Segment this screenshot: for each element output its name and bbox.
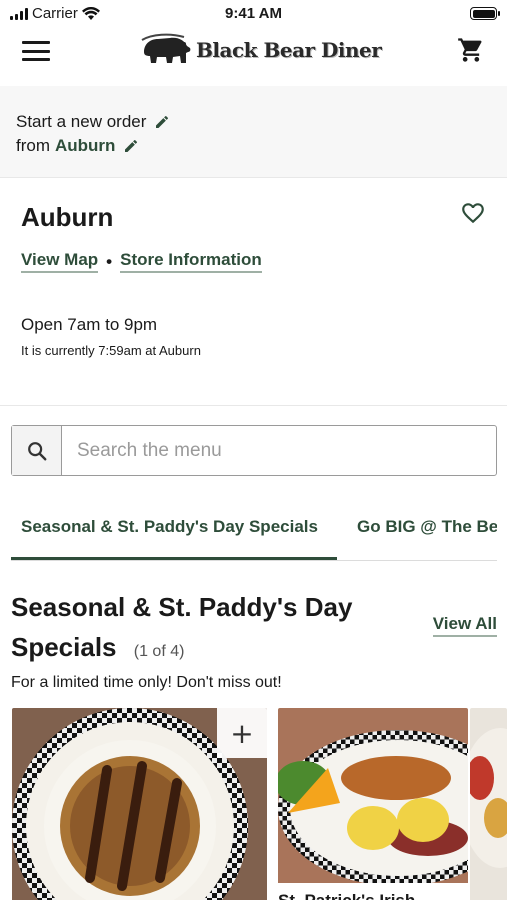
section-title-block: Seasonal & St. Paddy's Day Specials (1 o… xyxy=(11,587,411,672)
store-current-time: It is currently 7:59am at Auburn xyxy=(21,343,201,358)
eggs-benedict-plate-image xyxy=(278,708,468,900)
section-count: (1 of 4) xyxy=(133,643,185,660)
search-icon xyxy=(27,441,46,460)
view-map-link[interactable]: View Map xyxy=(21,250,99,273)
active-tab-indicator xyxy=(11,557,337,560)
link-separator: • xyxy=(106,251,113,271)
hamburger-menu-icon[interactable] xyxy=(22,38,50,64)
store-hours: Open 7am to 9pm xyxy=(21,315,158,334)
battery-icon xyxy=(470,7,500,20)
edit-pencil-icon[interactable] xyxy=(154,114,170,130)
store-name: Auburn xyxy=(21,202,114,232)
search-input[interactable] xyxy=(62,426,496,475)
shopping-cart-icon[interactable] xyxy=(457,36,485,64)
order-from-label: from xyxy=(16,136,50,155)
new-order-line[interactable]: Start a new order xyxy=(16,112,170,132)
store-links: View Map • Store Information xyxy=(21,250,262,273)
menu-item-name: St. Patrick's Irish xyxy=(278,883,468,900)
salad-plate-image xyxy=(470,708,507,900)
brand-name: Black Bear Diner xyxy=(196,38,382,62)
menu-item-card[interactable] xyxy=(470,708,507,900)
edit-location-icon[interactable] xyxy=(123,138,139,154)
category-tabs: Seasonal & St. Paddy's Day Specials Go B… xyxy=(11,506,497,561)
section-description: For a limited time only! Don't miss out! xyxy=(11,674,282,691)
status-bar: Carrier 9:41 AM xyxy=(0,0,507,28)
view-all-link[interactable]: View All xyxy=(432,614,497,637)
status-time: 9:41 AM xyxy=(225,5,282,22)
order-location-line[interactable]: from Auburn xyxy=(16,136,139,156)
search-button[interactable] xyxy=(12,426,62,475)
menu-item-card[interactable]: + xyxy=(12,708,267,900)
store-information-link[interactable]: Store Information xyxy=(120,250,262,273)
favorite-heart-icon[interactable] xyxy=(459,200,487,226)
store-card: Auburn View Map • Store Information Open… xyxy=(0,178,507,406)
app-header: Black Bear Diner xyxy=(0,28,507,86)
menu-item-card[interactable]: St. Patrick's Irish xyxy=(278,708,468,900)
add-item-button[interactable]: + xyxy=(217,708,267,758)
tab-seasonal-specials[interactable]: Seasonal & St. Paddy's Day Specials xyxy=(21,517,318,537)
order-location: Auburn xyxy=(55,136,116,155)
brand-logo[interactable]: Black Bear Diner xyxy=(140,30,382,70)
order-banner: Start a new order from Auburn xyxy=(0,86,507,178)
bear-icon xyxy=(141,33,191,63)
new-order-label: Start a new order xyxy=(16,112,147,131)
tab-go-big[interactable]: Go BIG @ The Bear xyxy=(357,517,497,537)
menu-search xyxy=(11,425,497,476)
